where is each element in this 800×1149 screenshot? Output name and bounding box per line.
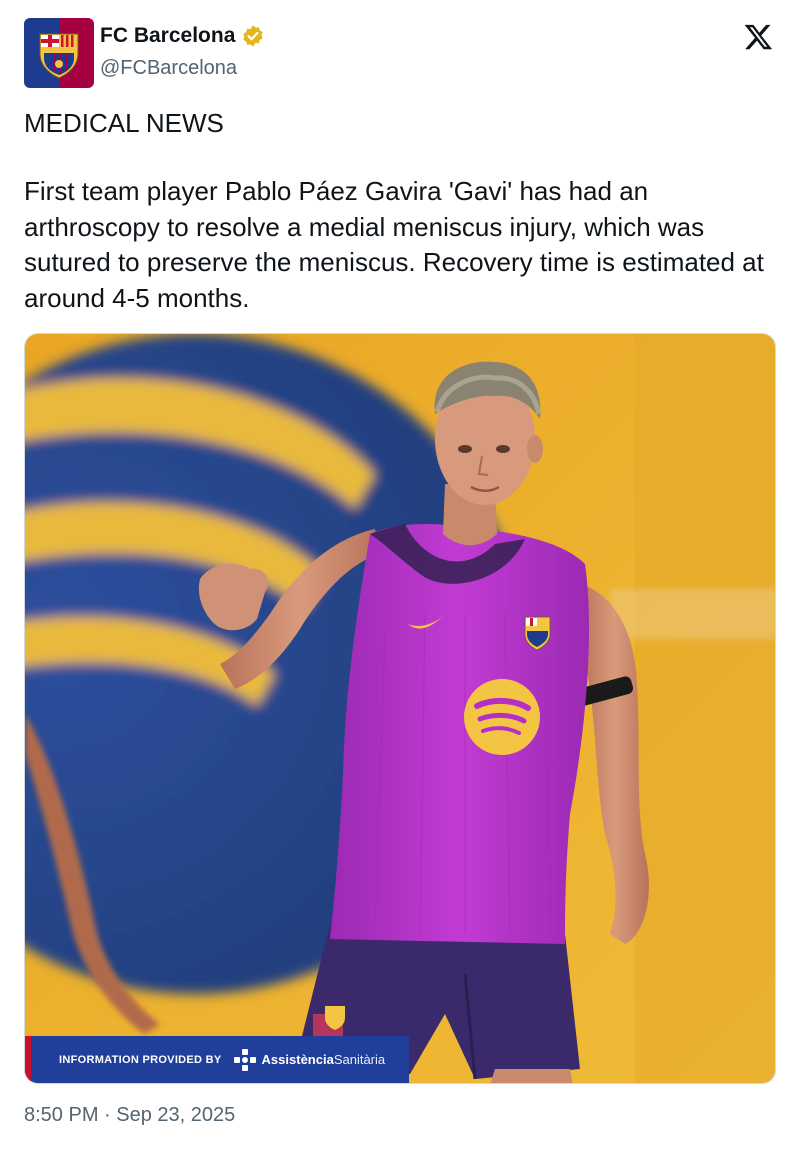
info-banner-brand-light: Sanitària [333, 1052, 386, 1067]
tweet-body: First team player Pablo Páez Gavira 'Gav… [24, 176, 764, 313]
verified-badge-icon [243, 25, 264, 47]
player-photo [25, 334, 775, 1083]
x-logo-icon[interactable] [743, 22, 774, 52]
assistencia-sanitaria-logo-icon [233, 1048, 256, 1071]
tweet-timestamp[interactable]: 8:50 PM · Sep 23, 2025 [24, 1104, 235, 1127]
info-banner-brand-strong: Assistència [261, 1052, 334, 1067]
tweet-media-image[interactable]: INFORMATION PROVIDED BY Assistència Sani… [24, 333, 776, 1084]
avatar[interactable] [24, 18, 94, 88]
account-handle[interactable]: @FCBarcelona [100, 57, 237, 80]
info-banner-label: INFORMATION PROVIDED BY [59, 1053, 222, 1066]
info-banner: INFORMATION PROVIDED BY Assistència Sani… [25, 1036, 409, 1083]
account-name[interactable]: FC Barcelona [100, 24, 235, 48]
fc-barcelona-crest-icon [24, 18, 94, 88]
tweet-headline: MEDICAL NEWS [24, 108, 224, 138]
